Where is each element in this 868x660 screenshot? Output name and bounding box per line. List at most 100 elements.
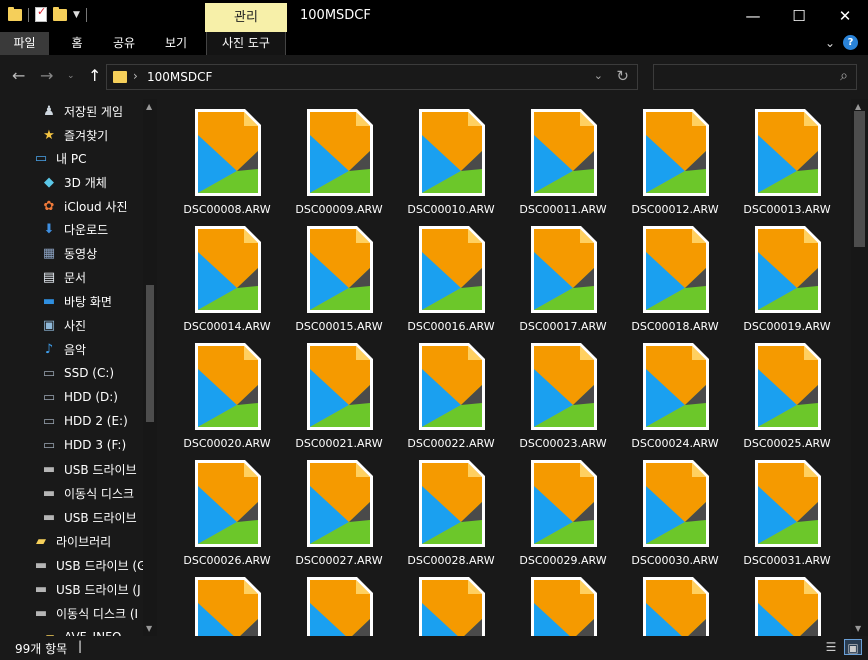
file-item[interactable]: DSC00016.ARW: [395, 216, 495, 333]
raw-image-file-icon: [195, 343, 261, 430]
sidebar-item[interactable]: ▬ 이동식 디스크: [0, 481, 145, 505]
search-box[interactable]: ⌕: [653, 64, 857, 90]
file-name: DSC00014.ARW: [183, 320, 271, 333]
recent-locations-dropdown[interactable]: ⌄: [67, 71, 75, 81]
sidebar-item[interactable]: ▭ 내 PC: [0, 146, 145, 170]
scroll-down-icon[interactable]: ▼: [855, 624, 861, 633]
window-title: 100MSDCF: [300, 8, 371, 23]
sidebar-item[interactable]: ▬ 바탕 화면: [0, 289, 145, 313]
sidebar-item-icon: ▰: [36, 533, 46, 549]
tab-file[interactable]: 파일: [0, 32, 49, 55]
sidebar-item[interactable]: ⬇ 다운로드: [0, 217, 145, 241]
tab-view[interactable]: 보기: [153, 32, 199, 55]
sidebar-item[interactable]: ▰AVF_INFO: [0, 625, 145, 637]
sidebar-item[interactable]: ▭ HDD 2 (E:): [0, 409, 145, 433]
breadcrumb-separator-icon[interactable]: ›: [133, 69, 138, 83]
file-item[interactable]: DSC00009.ARW: [283, 99, 383, 216]
file-item[interactable]: DSC00024.ARW: [619, 333, 719, 450]
file-item[interactable]: DSC00014.ARW: [171, 216, 271, 333]
file-item[interactable]: DSC00008.ARW: [171, 99, 271, 216]
breadcrumb-current[interactable]: 100MSDCF: [147, 70, 212, 84]
file-item[interactable]: DSC00011.ARW: [507, 99, 607, 216]
scroll-up-icon[interactable]: ▲: [855, 102, 861, 111]
new-folder-icon[interactable]: [53, 6, 67, 21]
tab-home[interactable]: 홈: [59, 32, 95, 55]
file-item[interactable]: DSC00017.ARW: [507, 216, 607, 333]
sidebar-item[interactable]: ▭ HDD (D:): [0, 385, 145, 409]
expand-ribbon-icon[interactable]: ⌄: [825, 36, 835, 50]
tab-manage[interactable]: 관리: [205, 3, 287, 32]
properties-icon[interactable]: [35, 5, 47, 22]
details-view-button[interactable]: ☰: [822, 639, 840, 655]
sidebar-item[interactable]: ▬ USB 드라이브 (J: [0, 577, 145, 601]
file-item[interactable]: DSC00023.ARW: [507, 333, 607, 450]
file-name: DSC00018.ARW: [631, 320, 719, 333]
tab-share[interactable]: 공유: [104, 32, 144, 55]
file-item[interactable]: DSC00030.ARW: [619, 450, 719, 567]
sidebar-item[interactable]: ✿ iCloud 사진: [0, 194, 145, 218]
sidebar-item-icon: ▬: [42, 293, 56, 309]
sidebar-item[interactable]: ▬ USB 드라이브: [0, 457, 145, 481]
search-icon[interactable]: ⌕: [840, 68, 848, 84]
minimize-button[interactable]: —: [730, 0, 776, 32]
address-history-dropdown[interactable]: ⌄: [594, 69, 603, 82]
divider: [28, 7, 29, 22]
up-button[interactable]: ↑: [88, 66, 101, 85]
file-item[interactable]: DSC00021.ARW: [283, 333, 383, 450]
forward-button[interactable]: →: [40, 66, 53, 85]
customize-toolbar-dropdown[interactable]: ▼: [73, 10, 80, 20]
sidebar-item[interactable]: ▭ HDD 3 (F:): [0, 433, 145, 457]
sidebar-item[interactable]: ▬ USB 드라이브: [0, 505, 145, 529]
back-button[interactable]: ←: [12, 66, 25, 85]
file-item[interactable]: DSC00010.ARW: [395, 99, 495, 216]
file-item[interactable]: [171, 567, 271, 636]
file-item[interactable]: [507, 567, 607, 636]
file-item[interactable]: [395, 567, 495, 636]
scrollbar-thumb[interactable]: [146, 285, 154, 422]
file-item[interactable]: DSC00020.ARW: [171, 333, 271, 450]
sidebar-item[interactable]: ▣ 사진: [0, 313, 145, 337]
file-item[interactable]: [619, 567, 719, 636]
maximize-button[interactable]: ☐: [776, 0, 822, 32]
file-item[interactable]: DSC00015.ARW: [283, 216, 383, 333]
file-list-scrollbar[interactable]: ▲ ▼: [851, 99, 868, 636]
sidebar-item[interactable]: ◆ 3D 개체: [0, 170, 145, 194]
scroll-up-icon[interactable]: ▲: [146, 102, 152, 111]
file-item[interactable]: DSC00022.ARW: [395, 333, 495, 450]
scroll-down-icon[interactable]: ▼: [146, 624, 152, 633]
raw-image-file-icon: [755, 343, 821, 430]
close-button[interactable]: ✕: [822, 0, 868, 32]
address-bar[interactable]: › 100MSDCF ⌄ ↻: [106, 64, 638, 90]
sidebar-item[interactable]: ★ 즐겨찾기: [0, 123, 145, 147]
file-name: DSC00008.ARW: [183, 203, 271, 216]
large-icons-view-button[interactable]: ▣: [844, 639, 862, 655]
file-item[interactable]: DSC00026.ARW: [171, 450, 271, 567]
file-item[interactable]: [731, 567, 831, 636]
sidebar-item[interactable]: ♪ 음악: [0, 337, 145, 361]
file-item[interactable]: [283, 567, 383, 636]
file-item[interactable]: DSC00028.ARW: [395, 450, 495, 567]
sidebar-item-label: 이동식 디스크 (I: [56, 606, 139, 621]
file-item[interactable]: DSC00029.ARW: [507, 450, 607, 567]
tab-picture-tools[interactable]: 사진 도구: [206, 32, 286, 55]
file-item[interactable]: DSC00018.ARW: [619, 216, 719, 333]
sidebar-item[interactable]: ▦ 동영상: [0, 241, 145, 265]
navigation-pane-scrollbar[interactable]: ▲ ▼: [143, 99, 157, 636]
sidebar-item[interactable]: ▭ SSD (C:): [0, 361, 145, 385]
sidebar-item[interactable]: ▤ 문서: [0, 265, 145, 289]
file-item[interactable]: DSC00025.ARW: [731, 333, 831, 450]
sidebar-item[interactable]: ♟ 저장된 게임: [0, 99, 145, 123]
raw-image-file-icon: [307, 577, 373, 636]
file-item[interactable]: DSC00013.ARW: [731, 99, 831, 216]
folder-icon[interactable]: [8, 6, 22, 21]
file-item[interactable]: DSC00019.ARW: [731, 216, 831, 333]
help-icon[interactable]: ?: [843, 35, 858, 50]
file-item[interactable]: DSC00012.ARW: [619, 99, 719, 216]
file-item[interactable]: DSC00027.ARW: [283, 450, 383, 567]
sidebar-item[interactable]: ▬ USB 드라이브 (G: [0, 553, 145, 577]
scrollbar-thumb[interactable]: [854, 111, 865, 247]
sidebar-item[interactable]: ▰ 라이브러리: [0, 529, 145, 553]
sidebar-item[interactable]: ▬ 이동식 디스크 (I: [0, 601, 145, 625]
file-item[interactable]: DSC00031.ARW: [731, 450, 831, 567]
refresh-button[interactable]: ↻: [616, 67, 629, 85]
